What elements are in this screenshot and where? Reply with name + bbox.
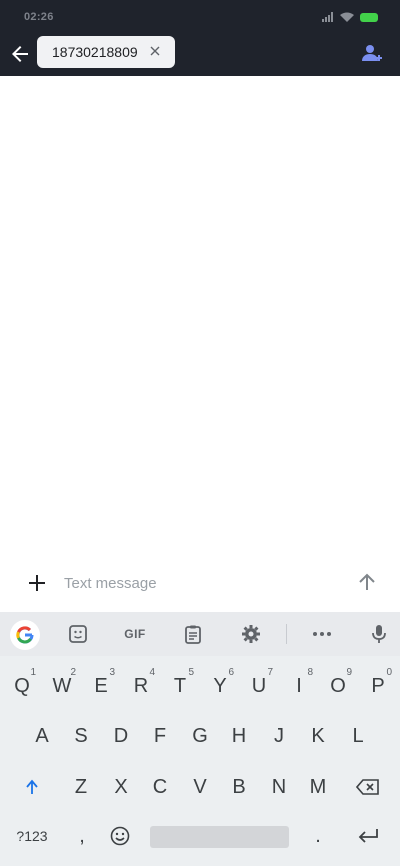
status-icons: [322, 12, 378, 22]
emoji-key[interactable]: [100, 816, 140, 856]
space-bar[interactable]: [150, 826, 289, 848]
key-d[interactable]: D: [101, 716, 141, 756]
key-q[interactable]: Q1: [2, 666, 42, 706]
key-a[interactable]: A: [22, 716, 62, 756]
signal-icon: [322, 12, 333, 22]
sticker-icon[interactable]: [67, 623, 89, 645]
enter-key[interactable]: [348, 816, 388, 856]
status-bar: 02:26: [0, 0, 400, 36]
keyboard: GIF Q 1 W 2 E 3 R 4 T 5 Y 6 U 7 I 8 O 9 …: [0, 612, 400, 866]
key-h[interactable]: H: [219, 716, 259, 756]
settings-gear-icon[interactable]: [240, 623, 262, 645]
backspace-icon: [356, 779, 379, 795]
message-input[interactable]: [64, 570, 334, 596]
shift-arrow-icon: [26, 779, 38, 794]
wifi-icon: [340, 12, 354, 22]
recipient-number: 18730218809: [52, 44, 138, 60]
back-arrow-icon[interactable]: [8, 42, 32, 66]
key-c[interactable]: C: [140, 767, 180, 807]
key-x[interactable]: X: [101, 767, 141, 807]
key-f[interactable]: F: [140, 716, 180, 756]
recipient-chip[interactable]: 18730218809: [37, 36, 175, 68]
key-p[interactable]: P0: [358, 666, 398, 706]
close-icon[interactable]: [148, 44, 162, 58]
key-j[interactable]: J: [259, 716, 299, 756]
add-contact-icon[interactable]: [360, 41, 384, 65]
key-g[interactable]: G: [180, 716, 220, 756]
key-s[interactable]: S: [61, 716, 101, 756]
shift-key[interactable]: [12, 767, 52, 807]
app-bar: 18730218809: [0, 36, 400, 76]
enter-icon: [358, 829, 378, 843]
key-i[interactable]: I8: [279, 666, 319, 706]
gif-button[interactable]: GIF: [122, 623, 148, 645]
status-time: 02:26: [24, 11, 54, 23]
comma-key[interactable]: ,: [62, 816, 102, 856]
key-t[interactable]: T5: [160, 666, 200, 706]
key-k[interactable]: K: [298, 716, 338, 756]
key-n[interactable]: N: [259, 767, 299, 807]
key-z[interactable]: Z: [61, 767, 101, 807]
battery-icon: [360, 12, 378, 22]
more-options-icon[interactable]: [311, 623, 333, 645]
send-arrow-icon[interactable]: [356, 571, 378, 593]
microphone-icon[interactable]: [368, 623, 390, 645]
key-l[interactable]: L: [338, 716, 378, 756]
emoji-icon: [110, 826, 130, 846]
key-v[interactable]: V: [180, 767, 220, 807]
plus-icon[interactable]: [26, 572, 48, 594]
key-m[interactable]: M: [298, 767, 338, 807]
key-y[interactable]: Y6: [200, 666, 240, 706]
period-key[interactable]: .: [298, 816, 338, 856]
clipboard-icon[interactable]: [182, 623, 204, 645]
backspace-key[interactable]: [348, 767, 388, 807]
google-icon[interactable]: [10, 620, 40, 650]
message-composer: [0, 562, 400, 610]
key-o[interactable]: O9: [318, 666, 358, 706]
key-w[interactable]: W2: [42, 666, 82, 706]
symbols-key[interactable]: ?123: [8, 816, 56, 856]
key-b[interactable]: B: [219, 767, 259, 807]
key-e[interactable]: E3: [81, 666, 121, 706]
key-u[interactable]: U7: [239, 666, 279, 706]
keyboard-toolbar: GIF: [0, 612, 400, 656]
toolbar-divider: [286, 624, 287, 644]
key-r[interactable]: R4: [121, 666, 161, 706]
